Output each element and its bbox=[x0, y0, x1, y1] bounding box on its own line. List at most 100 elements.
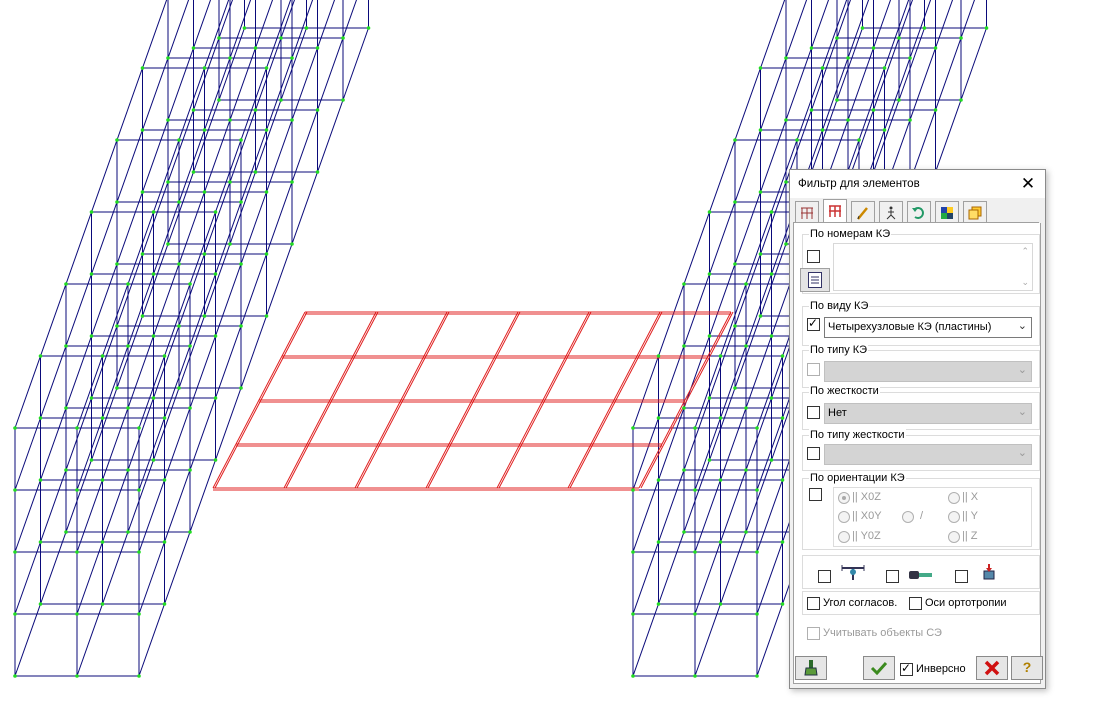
radio-z[interactable] bbox=[948, 531, 960, 543]
fe-node bbox=[177, 262, 181, 266]
apply-button[interactable] bbox=[863, 656, 895, 680]
by-numbers-checkbox[interactable] bbox=[807, 250, 820, 263]
fe-node bbox=[718, 354, 723, 358]
radio-x0y[interactable] bbox=[838, 511, 850, 523]
dialog-titlebar: Фильтр для элементов ✕ bbox=[790, 170, 1045, 198]
fe-node bbox=[100, 478, 105, 482]
radio-x[interactable] bbox=[948, 492, 960, 504]
tab-frame-nodes[interactable] bbox=[795, 201, 819, 222]
numbers-textarea[interactable]: ⌃ ⌄ bbox=[833, 243, 1033, 291]
tab-pencil[interactable] bbox=[851, 201, 875, 222]
fe-node bbox=[177, 200, 181, 204]
fe-node bbox=[188, 530, 192, 534]
fe-node bbox=[755, 550, 759, 554]
fe-node bbox=[656, 602, 661, 606]
frame-bar bbox=[138, 0, 314, 491]
radio-z-label: || Z bbox=[962, 530, 978, 542]
fe-node bbox=[784, 180, 788, 184]
fe-node bbox=[100, 602, 105, 606]
scroll-up-icon[interactable]: ⌃ bbox=[1021, 246, 1029, 257]
tab-color-grid[interactable] bbox=[935, 201, 959, 222]
chevron-down-icon: ⌄ bbox=[1017, 447, 1027, 459]
list-button[interactable] bbox=[800, 268, 830, 292]
cancel-button[interactable] bbox=[976, 656, 1008, 680]
tab-frame-elements[interactable] bbox=[823, 199, 847, 223]
tab-rotate-arrow[interactable] bbox=[907, 201, 931, 222]
fe-node bbox=[784, 118, 788, 122]
fe-node bbox=[115, 386, 119, 390]
fe-node bbox=[140, 190, 145, 194]
fe-node bbox=[13, 674, 17, 678]
fe-node bbox=[89, 272, 94, 276]
fe-node bbox=[38, 540, 43, 544]
fe-node bbox=[213, 458, 218, 462]
frame-bar bbox=[76, 0, 295, 615]
fe-node bbox=[64, 530, 68, 534]
fe-node bbox=[290, 118, 294, 122]
se-objects-label: Учитывать объекты СЭ bbox=[823, 627, 942, 639]
fe-node bbox=[202, 66, 207, 70]
group-label-by-stiffness-type: По типу жесткости bbox=[809, 429, 906, 441]
frame-elements-icon bbox=[829, 205, 841, 217]
tab-figure[interactable] bbox=[879, 201, 903, 222]
stiffness-type-combo[interactable]: ⌄ bbox=[824, 444, 1032, 465]
frame-bar bbox=[76, 0, 274, 553]
fe-node bbox=[707, 334, 712, 338]
fe-node bbox=[846, 118, 850, 122]
fe-node bbox=[264, 66, 269, 70]
by-stiffness-type-checkbox[interactable] bbox=[807, 447, 820, 460]
radio-x0z[interactable] bbox=[838, 492, 850, 504]
fe-node bbox=[769, 210, 774, 214]
pencil-icon bbox=[857, 207, 868, 220]
fe-node bbox=[177, 324, 181, 328]
by-orientation-checkbox[interactable] bbox=[809, 488, 822, 501]
fe-node bbox=[693, 674, 697, 678]
fe-node bbox=[279, 36, 283, 40]
by-type-checkbox[interactable] bbox=[807, 363, 820, 376]
fe-node bbox=[126, 530, 130, 534]
fe-node bbox=[959, 36, 963, 40]
se-objects-checkbox[interactable] bbox=[807, 627, 820, 640]
fe-node bbox=[733, 262, 737, 266]
radio-slash[interactable] bbox=[902, 511, 914, 523]
frame-bar bbox=[138, 27, 369, 677]
radio-y0z[interactable] bbox=[838, 531, 850, 543]
radio-y[interactable] bbox=[948, 511, 960, 523]
scroll-down-icon[interactable]: ⌄ bbox=[1021, 277, 1029, 288]
fe-node bbox=[631, 426, 635, 430]
type-combo[interactable]: ⌄ bbox=[824, 361, 1032, 382]
fe-node bbox=[755, 426, 759, 430]
rigid-link-filter-checkbox[interactable] bbox=[886, 570, 899, 583]
tab-copy-layers[interactable] bbox=[963, 201, 987, 222]
help-button[interactable]: ? bbox=[1011, 656, 1043, 680]
fe-node bbox=[758, 252, 763, 256]
fe-node bbox=[151, 458, 156, 462]
brush-button[interactable] bbox=[795, 656, 827, 680]
radio-x-label: || X bbox=[962, 491, 979, 503]
ortho-checkbox[interactable] bbox=[909, 597, 922, 610]
type-view-combo[interactable]: Четырехузловые КЭ (пластины) ⌄ bbox=[824, 317, 1032, 338]
support-filter-checkbox[interactable] bbox=[818, 570, 831, 583]
load-object-filter-checkbox[interactable] bbox=[955, 570, 968, 583]
fe-node bbox=[239, 386, 243, 390]
fe-node bbox=[13, 550, 17, 554]
fe-node bbox=[631, 488, 635, 492]
fe-node bbox=[140, 252, 145, 256]
radio-x0z-label: || X0Z bbox=[852, 491, 881, 503]
by-stiffness-checkbox[interactable] bbox=[807, 406, 820, 419]
fe-node bbox=[239, 138, 243, 142]
fe-node bbox=[933, 108, 938, 112]
fe-node bbox=[780, 602, 785, 606]
fe-node bbox=[871, 46, 876, 50]
angle-checkbox[interactable] bbox=[807, 597, 820, 610]
fe-node bbox=[682, 406, 686, 410]
stiffness-combo[interactable]: Нет ⌄ bbox=[824, 403, 1032, 424]
by-type-view-checkbox[interactable] bbox=[807, 316, 820, 331]
close-icon[interactable]: ✕ bbox=[1017, 173, 1039, 195]
frame-bar bbox=[14, 0, 190, 491]
group-label-by-type: По типу КЭ bbox=[809, 344, 869, 356]
fe-node bbox=[908, 118, 912, 122]
inverse-label: Инверсно bbox=[916, 663, 966, 675]
fe-node bbox=[682, 282, 686, 286]
inverse-checkbox[interactable] bbox=[900, 661, 913, 676]
